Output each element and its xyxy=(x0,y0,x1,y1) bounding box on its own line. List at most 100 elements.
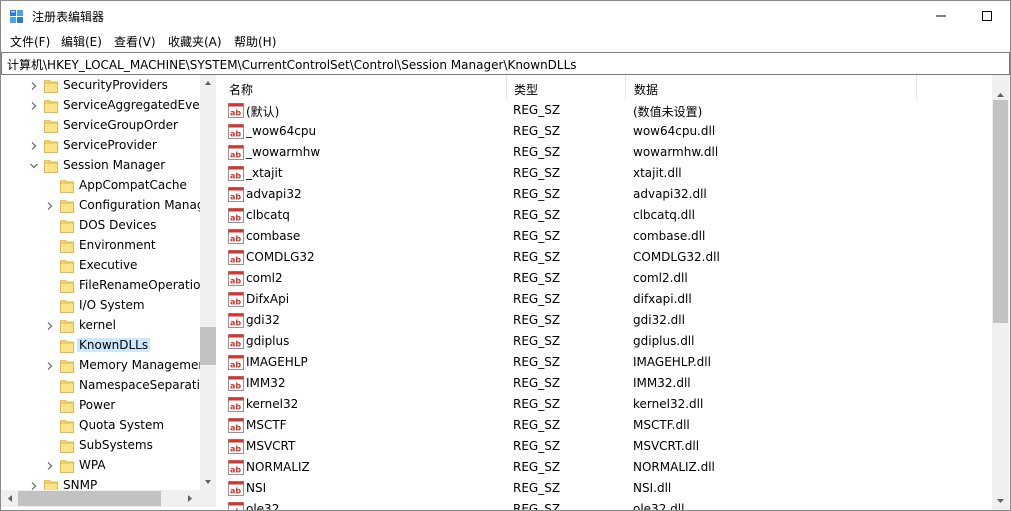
value-row[interactable]: ab gdiplus REG_SZ gdiplus.dll xyxy=(221,331,992,352)
value-row[interactable]: ab coml2 REG_SZ coml2.dll xyxy=(221,268,992,289)
menu-help[interactable]: 帮助(H) xyxy=(233,33,277,50)
list-vertical-scrollbar[interactable] xyxy=(992,75,1009,510)
scroll-down-arrow-icon xyxy=(997,499,1004,503)
tree-node[interactable]: Session Manager xyxy=(1,156,200,176)
value-type: REG_SZ xyxy=(513,376,561,390)
value-row[interactable]: ab combase REG_SZ combase.dll xyxy=(221,226,992,247)
value-row[interactable]: ab MSVCRT REG_SZ MSVCRT.dll xyxy=(221,436,992,457)
tree-node-label: Configuration Manager xyxy=(79,198,200,212)
value-row[interactable]: ab _wow64cpu REG_SZ wow64cpu.dll xyxy=(221,121,992,142)
chevron-right-icon[interactable] xyxy=(45,201,55,211)
tree-node[interactable]: ServiceProvider xyxy=(1,136,200,156)
value-type: REG_SZ xyxy=(513,271,561,285)
column-header-data[interactable]: 数据 xyxy=(626,75,917,99)
minimize-icon xyxy=(936,15,946,17)
value-type: REG_SZ xyxy=(513,208,561,222)
tree-horizontal-scrollbar[interactable] xyxy=(1,490,216,507)
value-data: coml2.dll xyxy=(633,271,688,285)
menu-favorites[interactable]: 收藏夹(A) xyxy=(167,33,223,50)
folder-icon xyxy=(60,340,74,353)
tree-node[interactable]: kernel xyxy=(1,316,200,336)
value-row[interactable]: ab gdi32 REG_SZ gdi32.dll xyxy=(221,310,992,331)
menu-edit[interactable]: 编辑(E) xyxy=(60,33,103,50)
value-row[interactable]: ab advapi32 REG_SZ advapi32.dll xyxy=(221,184,992,205)
value-row[interactable]: ab NSI REG_SZ NSI.dll xyxy=(221,478,992,499)
minimize-button[interactable] xyxy=(918,1,964,31)
address-bar[interactable]: 计算机\HKEY_LOCAL_MACHINE\SYSTEM\CurrentCon… xyxy=(1,52,1010,75)
value-row[interactable]: ab kernel32 REG_SZ kernel32.dll xyxy=(221,394,992,415)
value-data: NORMALIZ.dll xyxy=(633,460,715,474)
chevron-right-icon[interactable] xyxy=(45,321,55,331)
scroll-thumb xyxy=(993,100,1008,323)
menu-view[interactable]: 查看(V) xyxy=(113,33,157,50)
chevron-right-icon[interactable] xyxy=(45,361,55,371)
tree-node[interactable]: DOS Devices xyxy=(1,216,200,236)
scroll-up-arrow-icon xyxy=(205,81,211,85)
svg-text:ab: ab xyxy=(230,298,241,307)
column-header-type[interactable]: 类型 xyxy=(506,75,626,99)
tree-node[interactable]: AppCompatCache xyxy=(1,176,200,196)
tree-node[interactable]: WPA xyxy=(1,456,200,476)
tree-node[interactable]: Environment xyxy=(1,236,200,256)
tree-node[interactable]: SNMP xyxy=(1,476,200,490)
tree-node[interactable]: Configuration Manager xyxy=(1,196,200,216)
title-bar[interactable]: 注册表编辑器 xyxy=(1,1,1010,31)
chevron-right-icon[interactable] xyxy=(45,461,55,471)
folder-icon xyxy=(60,280,74,293)
value-name: gdi32 xyxy=(246,313,280,327)
value-row[interactable]: ab COMDLG32 REG_SZ COMDLG32.dll xyxy=(221,247,992,268)
tree-node[interactable]: FileRenameOperations xyxy=(1,276,200,296)
menu-file[interactable]: 文件(F) xyxy=(9,33,51,50)
tree-node-label: Quota System xyxy=(79,418,165,432)
tree-node-label: SecurityProviders xyxy=(63,78,168,92)
value-type: REG_SZ xyxy=(513,481,561,495)
chevron-right-icon[interactable] xyxy=(29,101,39,111)
tree-node[interactable]: I/O System xyxy=(1,296,200,316)
tree-node[interactable]: Memory Management xyxy=(1,356,200,376)
tree-node[interactable]: ServiceGroupOrder xyxy=(1,116,200,136)
value-row[interactable]: ab NORMALIZ REG_SZ NORMALIZ.dll xyxy=(221,457,992,478)
value-row[interactable]: ab _wowarmhw REG_SZ wowarmhw.dll xyxy=(221,142,992,163)
value-row[interactable]: ab MSCTF REG_SZ MSCTF.dll xyxy=(221,415,992,436)
value-row[interactable]: ab (默认) REG_SZ (数值未设置) xyxy=(221,100,992,121)
tree-node[interactable]: KnownDLLs xyxy=(1,336,200,356)
value-row[interactable]: ab ole32 REG_SZ ole32.dll xyxy=(221,499,992,510)
tree-node[interactable]: ServiceAggregatedEvents xyxy=(1,96,200,116)
chevron-right-icon[interactable] xyxy=(29,141,39,151)
svg-text:ab: ab xyxy=(230,466,241,475)
value-name: IMAGEHLP xyxy=(246,355,308,369)
value-data: ole32.dll xyxy=(633,502,685,510)
string-value-icon: ab xyxy=(228,166,244,181)
chevron-down-icon[interactable] xyxy=(29,161,39,171)
tree-node[interactable]: SecurityProviders xyxy=(1,76,200,96)
tree-node[interactable]: Executive xyxy=(1,256,200,276)
svg-text:ab: ab xyxy=(230,424,241,433)
tree-node[interactable]: Power xyxy=(1,396,200,416)
values-rows: ab (默认) REG_SZ (数值未设置) ab _wow64cpu REG_SZ wow6… xyxy=(221,100,992,510)
tree-node[interactable]: Quota System xyxy=(1,416,200,436)
value-row[interactable]: ab DifxApi REG_SZ difxapi.dll xyxy=(221,289,992,310)
tree-node-label: ServiceProvider xyxy=(63,138,157,152)
value-data: gdiplus.dll xyxy=(633,334,695,348)
string-value-icon: ab xyxy=(228,334,244,349)
svg-text:ab: ab xyxy=(230,445,241,454)
tree-node[interactable]: SubSystems xyxy=(1,436,200,456)
chevron-right-icon[interactable] xyxy=(29,81,39,91)
maximize-button[interactable] xyxy=(964,1,1010,31)
tree-vertical-scrollbar[interactable] xyxy=(200,75,216,490)
value-name: NSI xyxy=(246,481,267,495)
tree-node-label: DOS Devices xyxy=(79,218,157,232)
svg-text:ab: ab xyxy=(230,109,241,118)
value-row[interactable]: ab clbcatq REG_SZ clbcatq.dll xyxy=(221,205,992,226)
tree-node[interactable]: NamespaceSeparation xyxy=(1,376,200,396)
value-row[interactable]: ab IMAGEHLP REG_SZ IMAGEHLP.dll xyxy=(221,352,992,373)
string-value-icon: ab xyxy=(228,250,244,265)
value-row[interactable]: ab IMM32 REG_SZ IMM32.dll xyxy=(221,373,992,394)
svg-text:ab: ab xyxy=(230,382,241,391)
column-header-type-label: 类型 xyxy=(514,83,539,97)
svg-text:ab: ab xyxy=(230,277,241,286)
chevron-right-icon[interactable] xyxy=(29,481,39,490)
folder-icon xyxy=(60,260,74,273)
column-header-name[interactable]: 名称 xyxy=(221,75,507,99)
value-row[interactable]: ab _xtajit REG_SZ xtajit.dll xyxy=(221,163,992,184)
